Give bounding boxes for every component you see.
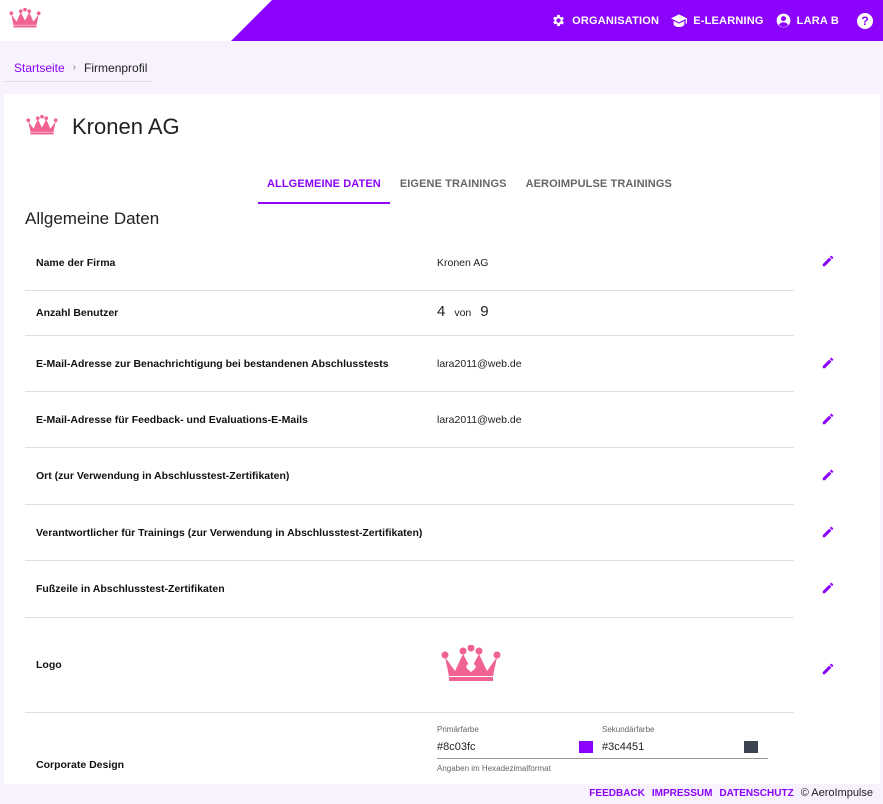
row-firm-name: Name der Firma Kronen AG	[25, 234, 834, 291]
row-logo: Logo	[25, 618, 834, 713]
row-user-count: Anzahl Benutzer 4 von 9	[25, 291, 794, 336]
nav-elearning-label: E-LEARNING	[693, 14, 764, 27]
footer-copyright: © AeroImpulse	[800, 787, 873, 799]
secondary-color-field: Sekundärfarbe #3c4451	[602, 725, 768, 759]
company-profile-card: Kronen AG ALLGEMEINE DATEN EIGENE TRAINI…	[4, 94, 880, 784]
secondary-color-value: #3c4451	[602, 741, 645, 753]
user-count-von: von	[454, 307, 472, 319]
edit-pencil-icon[interactable]	[821, 525, 837, 541]
tab-eigene-trainings[interactable]: EIGENE TRAININGS	[391, 170, 516, 204]
nav-user[interactable]: LARA B	[776, 13, 839, 28]
row-label: E-Mail-Adresse zur Benachrichtigung bei …	[36, 358, 389, 370]
nav-organisation[interactable]: ORGANISATION	[551, 13, 659, 28]
primary-color-field: Primärfarbe #8c03fc	[437, 725, 603, 759]
secondary-color-swatch[interactable]	[744, 741, 758, 753]
tab-aeroimpulse-trainings[interactable]: AEROIMPULSE TRAININGS	[517, 170, 681, 204]
row-label: Anzahl Benutzer	[36, 307, 119, 319]
crown-logo-icon	[9, 7, 41, 33]
edit-pencil-icon[interactable]	[821, 356, 837, 372]
row-label: Corporate Design	[36, 759, 125, 771]
company-logo-crown-icon	[440, 644, 502, 688]
hex-format-hint: Angaben im Hexadezimalformat	[437, 764, 551, 773]
primary-color-input[interactable]: #8c03fc	[437, 741, 603, 759]
company-header: Kronen AG	[26, 114, 180, 140]
breadcrumb-separator: ›	[72, 62, 77, 73]
breadcrumb-current: Firmenprofil	[84, 60, 148, 75]
company-title: Kronen AG	[72, 114, 180, 139]
footer: FEEDBACK IMPRESSUM DATENSCHUTZ © AeroImp…	[589, 787, 873, 799]
nav-user-label: LARA B	[796, 14, 839, 27]
nav-elearning[interactable]: E-LEARNING	[671, 13, 764, 28]
row-label: Logo	[36, 659, 62, 671]
row-label: Fußzeile in Abschlusstest-Zertifikaten	[36, 583, 225, 595]
row-value: lara2011@web.de	[437, 358, 522, 370]
user-count-max: 9	[480, 303, 489, 320]
top-nav: ORGANISATION E-LEARNING LARA B ?	[551, 0, 873, 41]
nav-organisation-label: ORGANISATION	[572, 14, 660, 27]
footer-datenschutz-link[interactable]: DATENSCHUTZ	[719, 788, 793, 799]
primary-color-label: Primärfarbe	[437, 725, 479, 734]
row-responsible: Verantwortlicher für Trainings (zur Verw…	[25, 505, 834, 561]
user-count-value: 4 von 9	[437, 303, 489, 320]
edit-pencil-icon[interactable]	[821, 468, 837, 484]
row-label: E-Mail-Adresse für Feedback- und Evaluat…	[36, 414, 308, 426]
edit-pencil-icon[interactable]	[821, 254, 837, 270]
row-city: Ort (zur Verwendung in Abschlusstest-Zer…	[25, 448, 834, 505]
general-data-list: Name der Firma Kronen AG Anzahl Benutzer…	[25, 234, 834, 784]
top-app-bar: ORGANISATION E-LEARNING LARA B ?	[0, 0, 883, 41]
breadcrumb-home-link[interactable]: Startseite	[14, 61, 65, 75]
gear-icon	[551, 13, 566, 28]
row-label: Verantwortlicher für Trainings (zur Verw…	[36, 527, 423, 539]
school-icon	[671, 13, 688, 28]
row-email-feedback: E-Mail-Adresse für Feedback- und Evaluat…	[25, 392, 834, 448]
tab-allgemeine-daten[interactable]: ALLGEMEINE DATEN	[258, 170, 390, 204]
breadcrumb: Startseite › Firmenprofil	[4, 54, 152, 82]
row-label: Name der Firma	[36, 257, 116, 269]
row-label: Ort (zur Verwendung in Abschlusstest-Zer…	[36, 470, 290, 482]
row-corporate-design: Corporate Design Primärfarbe #8c03fc Sek…	[25, 713, 794, 784]
company-crown-icon	[26, 114, 58, 140]
row-value: lara2011@web.de	[437, 414, 522, 426]
tab-bar: ALLGEMEINE DATEN EIGENE TRAININGS AEROIM…	[258, 170, 682, 204]
edit-pencil-icon[interactable]	[821, 581, 837, 597]
row-value: Kronen AG	[437, 257, 489, 269]
primary-color-value: #8c03fc	[437, 741, 476, 753]
row-email-pass: E-Mail-Adresse zur Benachrichtigung bei …	[25, 336, 834, 392]
secondary-color-label: Sekundärfarbe	[602, 725, 655, 734]
help-icon[interactable]: ?	[857, 12, 873, 29]
primary-color-swatch[interactable]	[579, 741, 593, 753]
edit-pencil-icon[interactable]	[821, 412, 837, 428]
footer-feedback-link[interactable]: FEEDBACK	[589, 788, 645, 799]
row-certificate-footer: Fußzeile in Abschlusstest-Zertifikaten	[25, 561, 834, 618]
user-count-current: 4	[437, 303, 446, 320]
logo-area[interactable]	[0, 0, 272, 41]
account-icon	[776, 13, 791, 28]
section-title: Allgemeine Daten	[25, 209, 160, 228]
secondary-color-input[interactable]: #3c4451	[602, 741, 768, 759]
edit-pencil-icon[interactable]	[821, 662, 837, 678]
footer-impressum-link[interactable]: IMPRESSUM	[652, 788, 713, 799]
